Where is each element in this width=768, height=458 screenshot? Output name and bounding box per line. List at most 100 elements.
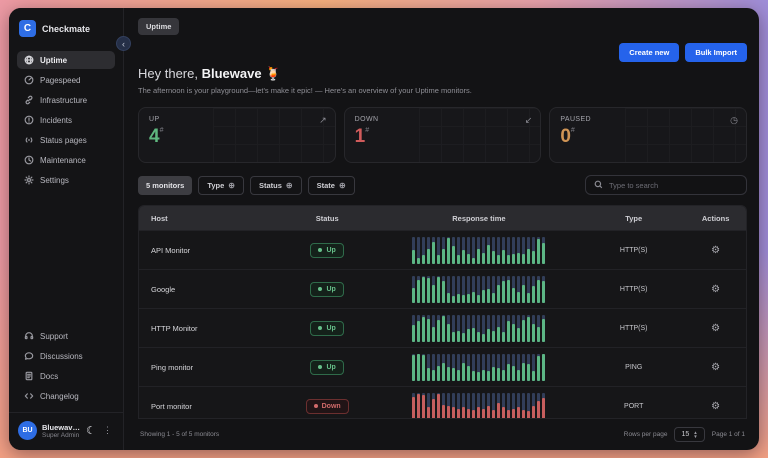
sidebar-item-support[interactable]: Support	[17, 327, 115, 345]
gauge-icon	[23, 75, 34, 86]
filter-chip-status[interactable]: Status ⊕	[250, 176, 302, 195]
monitor-host: HTTP Monitor	[139, 324, 279, 333]
table-row[interactable]: Port monitor Down PORT ⚙	[139, 386, 746, 419]
table-row[interactable]: API Monitor Up HTTP(S) ⚙	[139, 230, 746, 269]
sidebar-item-incidents[interactable]: Incidents	[17, 111, 115, 129]
filter-chip-state[interactable]: State ⊕	[308, 176, 355, 195]
sidebar-item-uptime[interactable]: Uptime	[17, 51, 115, 69]
monitor-type: PORT	[582, 403, 685, 410]
row-settings-button[interactable]: ⚙	[711, 323, 720, 334]
status-badge: Up	[310, 360, 343, 375]
status-dot-icon	[318, 287, 322, 291]
table-row[interactable]: HTTP Monitor Up HTTP(S) ⚙	[139, 308, 746, 347]
sidebar-collapse-button[interactable]: ‹	[116, 36, 131, 51]
monitor-host: API Monitor	[139, 246, 279, 255]
avatar[interactable]: BU	[18, 421, 37, 440]
brand-logo: C	[19, 20, 36, 37]
sidebar-item-pagespeed[interactable]: Pagespeed	[17, 71, 115, 89]
rows-per-page-value: 15	[681, 431, 689, 438]
row-settings-button[interactable]: ⚙	[711, 245, 720, 256]
gear-icon: ⚙	[711, 245, 720, 256]
status-badge: Down	[306, 399, 349, 414]
status-badge: Up	[310, 282, 343, 297]
breadcrumb[interactable]: Uptime	[138, 18, 179, 35]
col-actions: Actions	[685, 214, 746, 223]
monitor-type: HTTP(S)	[582, 286, 685, 293]
table-row[interactable]: Google Up HTTP(S) ⚙	[139, 269, 746, 308]
sidebar-item-changelog[interactable]: Changelog	[17, 387, 115, 405]
table-row[interactable]: Ping monitor Up PING ⚙	[139, 347, 746, 386]
page-indicator: Page 1 of 1	[712, 431, 745, 438]
search-box[interactable]	[585, 175, 747, 195]
stat-card-down: DOWN 1# ↙	[344, 107, 542, 163]
filter-chip-type[interactable]: Type ⊕	[198, 176, 244, 195]
filter-chip-label: Status	[259, 181, 282, 190]
greeting-name: Bluewave	[202, 66, 262, 81]
sidebar-footer-nav: Support Discussions Docs Changelog	[17, 327, 115, 405]
sidebar-spacer	[17, 189, 115, 323]
sidebar-item-docs[interactable]: Docs	[17, 367, 115, 385]
create-new-button[interactable]: Create new	[619, 43, 679, 62]
monitor-count-chip[interactable]: 5 monitors	[138, 176, 192, 195]
table-footer: Showing 1 - 5 of 5 monitors Rows per pag…	[138, 419, 747, 444]
rows-per-page-select[interactable]: 15 ▲▼	[674, 427, 704, 442]
code-icon	[23, 391, 34, 402]
filter-chip-label: State	[317, 181, 335, 190]
gear-icon: ⚙	[711, 284, 720, 295]
row-settings-button[interactable]: ⚙	[711, 362, 720, 373]
sidebar-nav: Uptime Pagespeed Infrastructure Incident…	[17, 51, 115, 189]
user-menu-button[interactable]: ⋮	[101, 425, 114, 436]
sidebar-item-maintenance[interactable]: Maintenance	[17, 151, 115, 169]
pagination-controls: Rows per page 15 ▲▼ Page 1 of 1	[624, 427, 745, 442]
sidebar-item-infrastructure[interactable]: Infrastructure	[17, 91, 115, 109]
monitor-type: HTTP(S)	[582, 325, 685, 332]
stat-label: DOWN	[355, 116, 531, 123]
status-dot-icon	[314, 404, 318, 408]
greeting: Hey there, Bluewave 🍹 The afternoon is y…	[138, 66, 747, 95]
monitor-host: Google	[139, 285, 279, 294]
monitors-table: Host Status Response time Type Actions A…	[138, 205, 747, 419]
headset-icon	[23, 331, 34, 342]
status-dot-icon	[318, 326, 322, 330]
response-time-chart	[412, 393, 545, 420]
sidebar-item-label: Discussions	[40, 352, 83, 361]
sidebar-item-label: Support	[40, 332, 68, 341]
brand[interactable]: C Checkmate	[17, 18, 115, 47]
sidebar-item-label: Status pages	[40, 136, 87, 145]
chevron-left-icon: ‹	[122, 38, 125, 50]
row-settings-button[interactable]: ⚙	[711, 284, 720, 295]
sidebar-item-label: Infrastructure	[40, 96, 87, 105]
clock-pause-icon: ◷	[730, 115, 738, 126]
spinner-icon: ▲▼	[693, 431, 697, 438]
search-input[interactable]	[609, 181, 738, 190]
bulk-import-button[interactable]: Bulk Import	[685, 43, 747, 62]
arrow-up-right-icon: ↗	[319, 115, 327, 126]
col-status: Status	[279, 214, 376, 223]
greeting-subtitle: The afternoon is your playground—let's m…	[138, 86, 747, 95]
link-icon	[23, 95, 34, 106]
user-meta: Bluewave U... Super Admin	[42, 423, 81, 439]
monitor-host: Ping monitor	[139, 363, 279, 372]
sidebar-item-discussions[interactable]: Discussions	[17, 347, 115, 365]
response-time-chart	[412, 354, 545, 381]
col-type: Type	[582, 214, 685, 223]
circle-plus-icon: ⊕	[228, 181, 235, 190]
sidebar-item-settings[interactable]: Settings	[17, 171, 115, 189]
chat-icon	[23, 351, 34, 362]
sidebar-item-label: Settings	[40, 176, 69, 185]
sidebar-item-status-pages[interactable]: Status pages	[17, 131, 115, 149]
gear-icon: ⚙	[711, 323, 720, 334]
stat-value: 4#	[149, 127, 325, 146]
row-settings-button[interactable]: ⚙	[711, 401, 720, 412]
showing-text: Showing 1 - 5 of 5 monitors	[140, 431, 219, 438]
monitor-host: Port monitor	[139, 402, 279, 411]
col-host: Host	[139, 214, 279, 223]
greeting-title: Hey there, Bluewave 🍹	[138, 66, 747, 82]
header-actions: Create new Bulk Import	[138, 43, 747, 62]
broadcast-icon	[23, 135, 34, 146]
brand-name: Checkmate	[42, 24, 90, 34]
sidebar-item-label: Incidents	[40, 116, 72, 125]
dark-mode-toggle[interactable]: ☾	[86, 424, 96, 437]
response-time-chart	[412, 276, 545, 303]
status-badge: Up	[310, 243, 343, 258]
